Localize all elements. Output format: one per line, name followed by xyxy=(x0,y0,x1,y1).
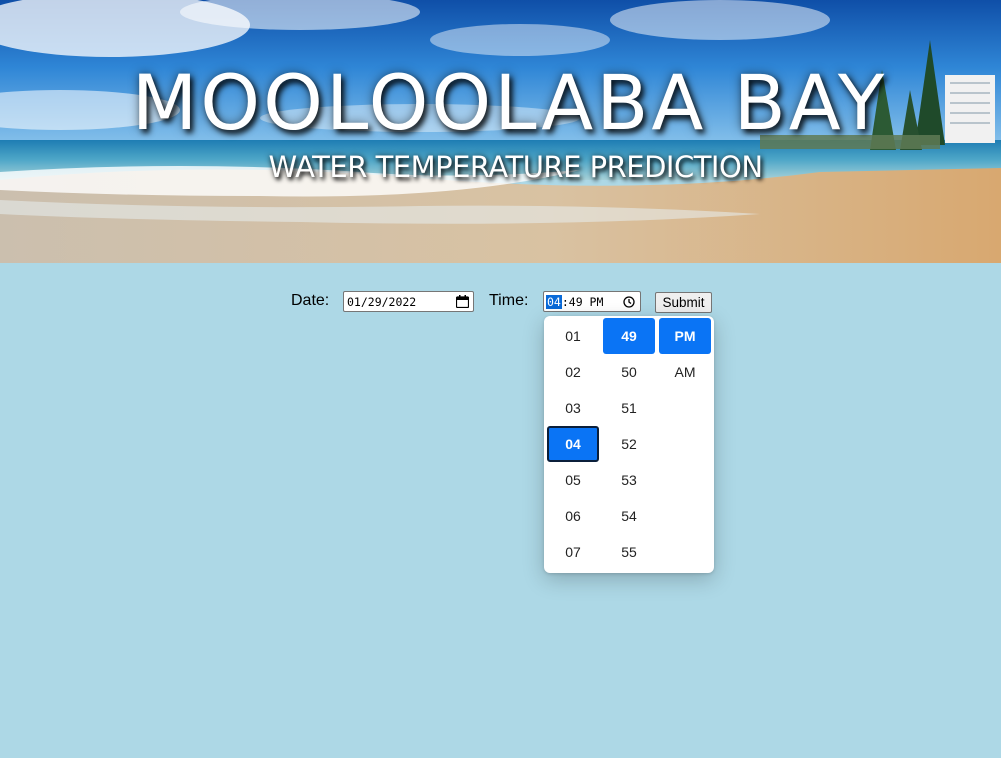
date-input[interactable]: 01/29/2022 xyxy=(343,291,474,312)
hour-option[interactable]: 03 xyxy=(547,390,599,426)
time-hour-segment[interactable]: 04 xyxy=(546,294,562,309)
hour-option[interactable]: 05 xyxy=(547,462,599,498)
banner-title: MOOLOOLABA BAY xyxy=(131,58,888,147)
hour-option[interactable]: 06 xyxy=(547,498,599,534)
period-option[interactable]: AM xyxy=(659,354,711,390)
minute-option[interactable]: 54 xyxy=(603,498,655,534)
date-value: 01/29/2022 xyxy=(347,294,417,309)
hour-option[interactable]: 01 xyxy=(547,318,599,354)
minute-option-selected[interactable]: 49 xyxy=(603,318,655,354)
clock-icon[interactable] xyxy=(623,296,635,311)
time-label: Time: xyxy=(489,292,529,309)
hour-option[interactable]: 07 xyxy=(547,534,599,570)
minute-option[interactable]: 52 xyxy=(603,426,655,462)
time-picker-dropdown: 01 02 03 04 05 06 07 49 50 51 52 53 54 5… xyxy=(544,316,714,573)
minute-option[interactable]: 55 xyxy=(603,534,655,570)
header-banner: MOOLOOLABA BAY WATER TEMPERATURE PREDICT… xyxy=(0,0,1001,263)
minute-option[interactable]: 50 xyxy=(603,354,655,390)
minute-option[interactable]: 53 xyxy=(603,462,655,498)
time-input[interactable]: 04:49 PM xyxy=(543,291,641,312)
time-rest-segment[interactable]: :49 PM xyxy=(562,295,604,309)
submit-button[interactable]: Submit xyxy=(655,292,712,313)
hour-option[interactable]: 02 xyxy=(547,354,599,390)
date-label: Date: xyxy=(291,292,330,309)
hour-option-selected[interactable]: 04 xyxy=(547,426,599,462)
calendar-icon[interactable] xyxy=(455,295,470,311)
period-option-selected[interactable]: PM xyxy=(659,318,711,354)
minute-option[interactable]: 51 xyxy=(603,390,655,426)
banner-subtitle: WATER TEMPERATURE PREDICTION xyxy=(268,150,763,184)
